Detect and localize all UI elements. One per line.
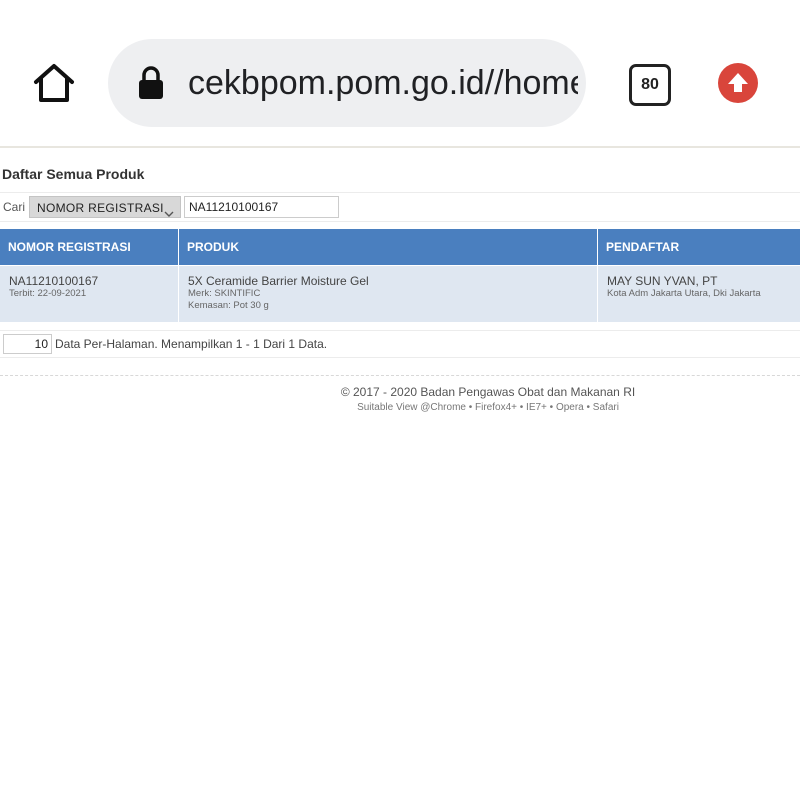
home-icon[interactable]	[30, 60, 78, 108]
footer-copyright: © 2017 - 2020 Badan Pengawas Obat dan Ma…	[340, 385, 636, 399]
search-field-selected: NOMOR REGISTRASI	[37, 201, 164, 215]
product-packaging: Kemasan: Pot 30 g	[188, 300, 269, 311]
registration-number[interactable]: NA11210100167	[9, 274, 170, 288]
column-header-nomor-registrasi[interactable]: NOMOR REGISTRASI	[0, 229, 179, 265]
table-header: NOMOR REGISTRASI PRODUK PENDAFTAR	[0, 229, 800, 265]
product-table: NOMOR REGISTRASI PRODUK PENDAFTAR NA1121…	[0, 229, 800, 322]
browser-toolbar: cekbpom.pom.go.id//home 80	[0, 0, 800, 148]
search-bar: Cari NOMOR REGISTRASI	[0, 192, 800, 222]
registrant-address: Kota Adm Jakarta Utara, Dki Jakarta	[607, 288, 761, 299]
column-header-pendaftar[interactable]: PENDAFTAR	[598, 229, 800, 265]
footer-divider	[0, 375, 800, 376]
pagination-bar: Data Per-Halaman. Menampilkan 1 - 1 Dari…	[0, 330, 800, 358]
page-title: Daftar Semua Produk	[2, 166, 145, 182]
pagination-summary: Data Per-Halaman. Menampilkan 1 - 1 Dari…	[55, 337, 328, 351]
update-arrow-icon[interactable]	[718, 63, 758, 103]
product-brand: Merk: SKINTIFIC	[188, 288, 261, 299]
lock-icon	[136, 66, 166, 100]
cell-pendaftar: MAY SUN YVAN, PT Kota Adm Jakarta Utara,…	[598, 266, 800, 322]
footer-browser-support: Suitable View @Chrome • Firefox4+ • IE7+…	[357, 402, 619, 413]
cell-produk: 5X Ceramide Barrier Moisture Gel Merk: S…	[179, 266, 598, 322]
per-page-input[interactable]	[3, 334, 52, 354]
search-field-select[interactable]: NOMOR REGISTRASI	[29, 196, 181, 218]
product-name[interactable]: 5X Ceramide Barrier Moisture Gel	[188, 274, 589, 288]
url-text[interactable]: cekbpom.pom.go.id//home	[188, 61, 578, 105]
chevron-down-icon	[164, 203, 174, 222]
issue-date: Terbit: 22-09-2021	[9, 288, 87, 299]
search-label: Cari	[3, 200, 26, 214]
registrant-name: MAY SUN YVAN, PT	[607, 274, 718, 288]
cell-nomor-registrasi: NA11210100167 Terbit: 22-09-2021	[0, 266, 179, 322]
table-row[interactable]: NA11210100167 Terbit: 22-09-2021 5X Cera…	[0, 265, 800, 322]
search-input[interactable]	[184, 196, 339, 218]
tab-switcher-icon[interactable]: 80	[629, 64, 671, 106]
address-bar[interactable]: cekbpom.pom.go.id//home	[108, 39, 586, 127]
column-header-produk[interactable]: PRODUK	[179, 229, 598, 265]
